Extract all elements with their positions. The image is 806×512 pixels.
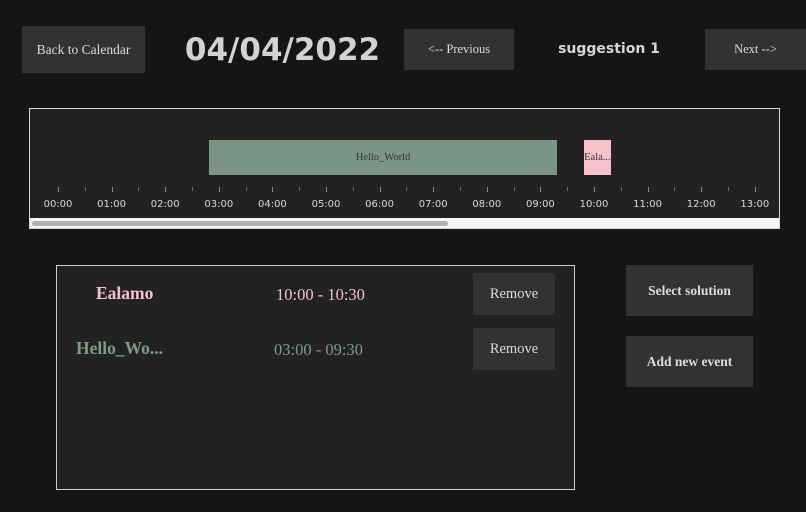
suggestion-label: suggestion 1: [558, 41, 660, 57]
hour-label: 05:00: [311, 199, 341, 210]
hour-label: 01:00: [97, 199, 127, 210]
hour-label: 09:00: [525, 199, 555, 210]
hour-label: 02:00: [150, 199, 180, 210]
half-hour-tick: [245, 187, 247, 191]
hour-tick: [594, 187, 595, 192]
remove-button-ealamo[interactable]: Remove: [473, 273, 555, 315]
add-new-event-button[interactable]: Add new event: [626, 336, 753, 387]
back-to-calendar-button[interactable]: Back to Calendar: [22, 26, 145, 73]
hour-tick: [218, 187, 220, 192]
hour-tick: [701, 187, 703, 192]
hour-tick: [326, 187, 327, 192]
half-hour-tick: [138, 187, 140, 191]
timeline-event-ealamo[interactable]: Eala...: [584, 140, 611, 175]
event-time-ealamo: 10:00 - 10:30: [276, 285, 365, 304]
timeline-scrollbar[interactable]: [30, 218, 779, 228]
hour-label: 07:00: [418, 199, 448, 210]
hour-label: 10:00: [579, 199, 609, 210]
hour-tick: [647, 187, 649, 192]
half-hour-tick: [84, 187, 86, 191]
hour-tick: [272, 187, 274, 192]
half-hour-tick: [460, 187, 461, 191]
half-hour-tick: [299, 187, 301, 191]
event-list-panel: Ealamo 10:00 - 10:30 Remove Hello_Wo... …: [56, 265, 575, 490]
timeline-scroll-thumb[interactable]: [32, 221, 448, 226]
timeline[interactable]: Hello_World Eala... 00:00 01:00 02:00 03:00…: [29, 108, 780, 229]
hour-label: 12:00: [686, 199, 716, 210]
previous-button[interactable]: <-- Previous: [404, 29, 514, 70]
half-hour-tick: [674, 187, 676, 191]
event-time-hello-world: 03:00 - 09:30: [274, 340, 363, 359]
event-name-hello-world: Hello_Wo...: [76, 338, 164, 358]
half-hour-tick: [620, 187, 622, 191]
hour-tick: [433, 187, 435, 192]
select-solution-button[interactable]: Select solution: [626, 265, 753, 316]
hour-label: 08:00: [472, 199, 502, 210]
hour-label: 11:00: [633, 199, 663, 210]
date-title: 04/04/2022: [184, 32, 381, 68]
hour-label: 06:00: [365, 199, 395, 210]
hour-tick: [486, 187, 488, 192]
half-hour-tick: [192, 187, 193, 191]
half-hour-tick: [728, 187, 729, 191]
hour-label: 03:00: [204, 199, 234, 210]
timeline-event-hello-world[interactable]: Hello_World: [208, 140, 558, 175]
hour-tick: [111, 187, 113, 192]
remove-button-hello-world[interactable]: Remove: [473, 328, 555, 370]
next-button[interactable]: Next -->: [705, 29, 806, 70]
hour-label: 04:00: [257, 199, 287, 210]
hour-tick: [379, 187, 381, 192]
hour-tick: [165, 187, 167, 192]
hour-tick: [540, 187, 542, 192]
hour-tick: [754, 187, 756, 192]
half-hour-tick: [406, 187, 408, 191]
hour-label: 13:00: [740, 199, 770, 210]
hour-tick: [58, 187, 59, 192]
half-hour-tick: [513, 187, 515, 191]
event-name-ealamo: Ealamo: [96, 283, 154, 303]
half-hour-tick: [352, 187, 354, 191]
time-axis: 00:00 01:00 02:00 03:00 04:00 05:00 06:00 07:00…: [30, 187, 779, 217]
half-hour-tick: [567, 187, 569, 191]
hour-label: 00:00: [43, 199, 73, 210]
